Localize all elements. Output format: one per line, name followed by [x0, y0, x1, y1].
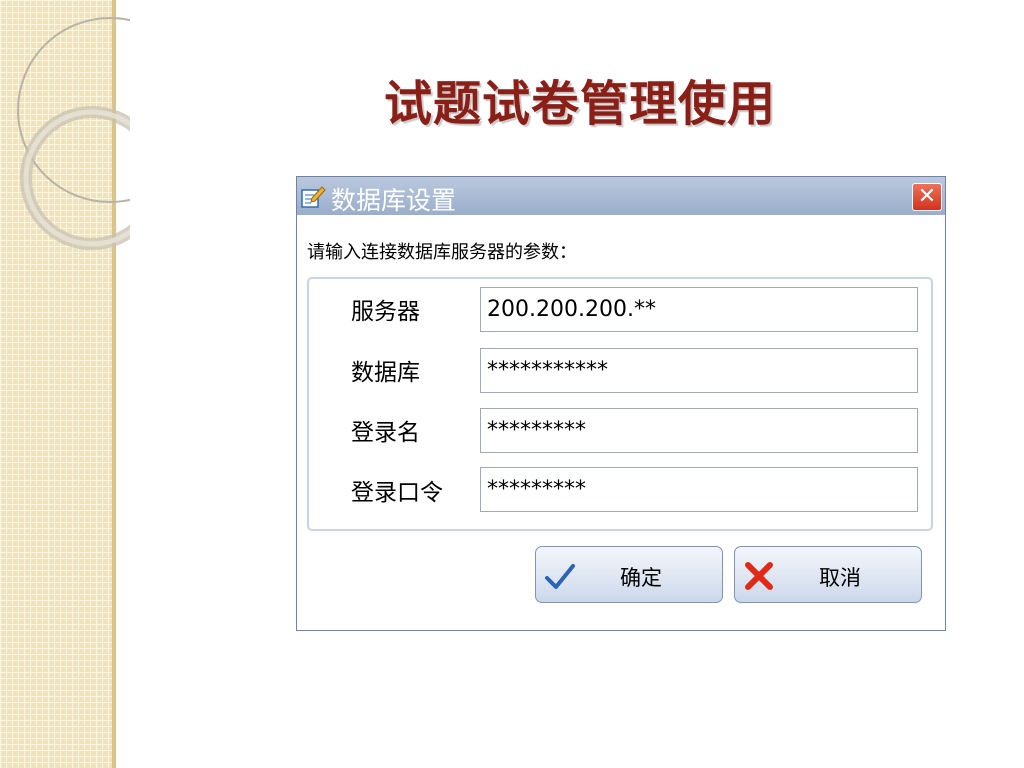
database-label: 数据库 — [351, 360, 420, 386]
database-input[interactable] — [480, 348, 918, 393]
dialog-title: 数据库设置 — [331, 186, 457, 215]
instruction-text: 请输入连接数据库服务器的参数： — [307, 242, 577, 263]
ok-button-label: 确定 — [620, 566, 662, 590]
login-password-label: 登录口令 — [351, 480, 443, 506]
cancel-button[interactable]: 取消 — [734, 546, 922, 603]
edit-note-icon — [301, 186, 326, 208]
close-button[interactable]: ✕ — [912, 183, 942, 211]
cancel-button-label: 取消 — [819, 566, 861, 590]
server-label: 服务器 — [351, 299, 420, 325]
dialog-titlebar[interactable]: 数据库设置 ✕ — [297, 177, 945, 215]
decorative-rings-icon — [17, 17, 130, 250]
login-name-label: 登录名 — [351, 420, 420, 446]
checkmark-icon — [545, 564, 575, 589]
login-password-input[interactable] — [480, 467, 918, 512]
database-settings-dialog: 数据库设置 ✕ 请输入连接数据库服务器的参数： 服务器 数据库 登录名 登录口令… — [296, 176, 946, 631]
slide-title: 试题试卷管理使用 — [383, 76, 776, 132]
red-x-icon — [745, 562, 773, 590]
login-name-input[interactable] — [480, 408, 918, 453]
ok-button[interactable]: 确定 — [535, 546, 723, 603]
server-input[interactable] — [480, 287, 918, 332]
